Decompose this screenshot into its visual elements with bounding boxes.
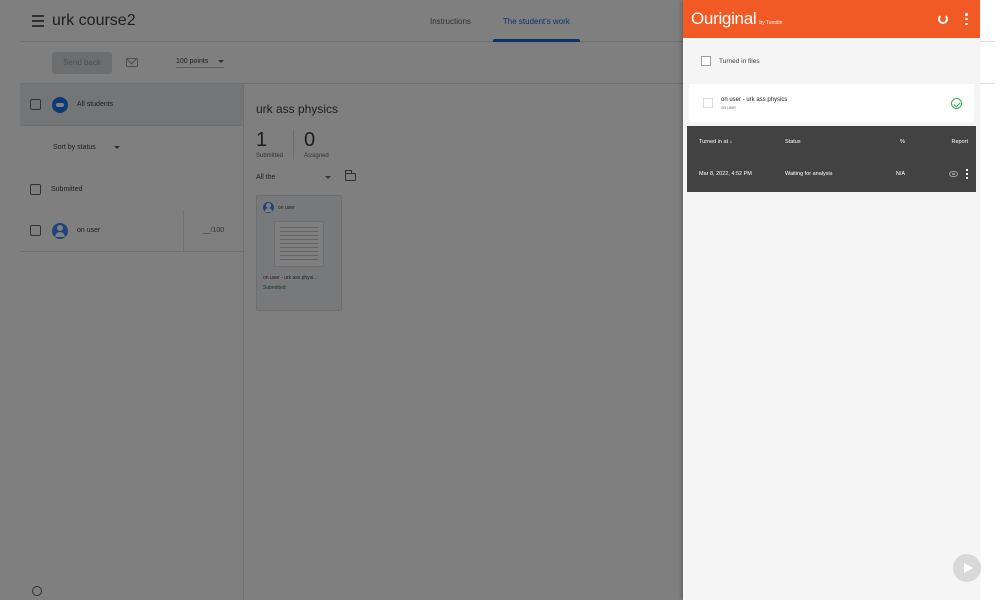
cell-status: Waiting for analysis [785, 171, 833, 177]
check-circle-icon [951, 98, 962, 109]
file-card: on user - urk ass physics on user [689, 84, 974, 122]
cell-percent: N/A [895, 171, 905, 177]
section-title: Turned in files [719, 57, 760, 65]
more-vert-icon[interactable] [965, 13, 968, 25]
turned-in-header: Turned in files [683, 38, 980, 84]
send-icon[interactable] [953, 554, 981, 582]
brand-byline: by Turnitin [759, 19, 783, 26]
more-vert-icon[interactable] [966, 169, 968, 179]
cell-turned-in: Mar 8, 2022, 4:52 PM [699, 171, 752, 177]
file-checkbox[interactable] [703, 98, 713, 108]
col-report: Report [915, 139, 976, 145]
col-turned-in[interactable]: Turned in at ↓ [687, 139, 785, 145]
table-header: Turned in at ↓ Status % Report [687, 126, 976, 158]
panel-header: Ouriginal by Turnitin [683, 0, 980, 38]
file-user: on user [721, 104, 737, 110]
eye-icon[interactable] [949, 171, 958, 177]
ouriginal-panel: Ouriginal by Turnitin Turned in files on… [683, 0, 981, 600]
select-all-checkbox[interactable] [701, 56, 711, 66]
modal-scrim[interactable] [0, 0, 683, 600]
submission-table: Turned in at ↓ Status % Report Mar 8, 20… [687, 126, 976, 192]
table-row: Mar 8, 2022, 4:52 PM Waiting for analysi… [687, 158, 976, 190]
cell-report [915, 169, 976, 179]
file-name: on user - urk ass physics [721, 96, 788, 103]
brand-logo: Ouriginal [691, 9, 757, 28]
col-percent: % [900, 139, 905, 145]
col-report-label: Report [951, 139, 968, 145]
col-status: Status [785, 139, 801, 145]
refresh-icon[interactable] [938, 14, 948, 24]
file-row[interactable]: on user - urk ass physics on user [689, 84, 974, 122]
